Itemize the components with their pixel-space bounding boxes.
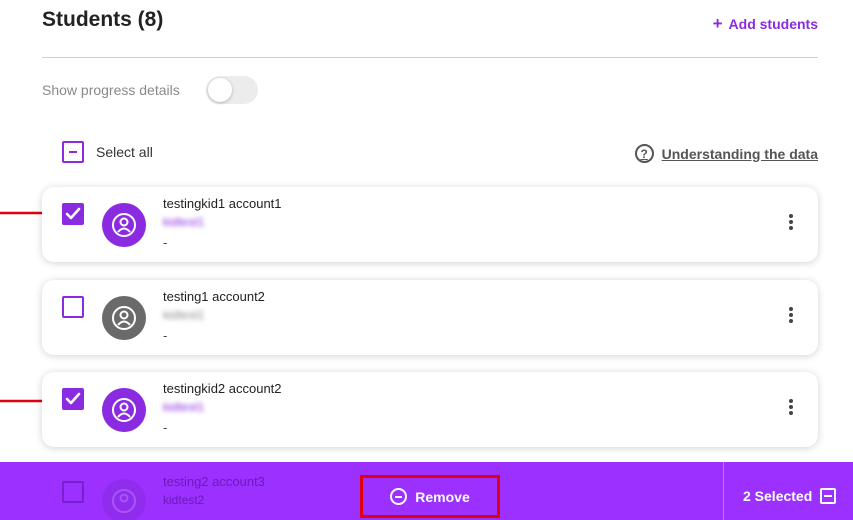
student-detail: - — [163, 328, 168, 343]
deselect-all-icon[interactable] — [820, 488, 837, 504]
user-icon — [112, 398, 136, 422]
remove-label: Remove — [415, 488, 470, 505]
student-username: kidtest2 — [163, 493, 205, 507]
students-header: Students (8) + Add students — [42, 6, 818, 58]
check-icon — [65, 392, 81, 405]
toggle-knob — [207, 78, 232, 102]
more-options-icon[interactable] — [786, 399, 796, 419]
select-all-label: Select all — [96, 144, 153, 160]
user-icon — [112, 306, 136, 330]
selected-count: 2 Selected — [743, 488, 837, 504]
student-checkbox[interactable] — [62, 203, 84, 225]
student-detail: - — [163, 235, 168, 250]
select-all[interactable]: Select all — [62, 141, 153, 163]
student-name: testingkid2 account2 — [163, 381, 282, 396]
help-icon: ? — [634, 144, 654, 163]
understanding-data-link[interactable]: ? Understanding the data — [634, 144, 818, 163]
remove-circle-icon — [390, 488, 408, 505]
student-card[interactable]: testingkid2 account2 kidtest1 - — [42, 372, 818, 447]
avatar — [102, 203, 146, 247]
student-name: testing2 account3 — [163, 474, 265, 489]
avatar — [102, 388, 146, 432]
student-username: kidtest1 — [163, 400, 205, 414]
select-all-checkbox[interactable] — [62, 141, 84, 163]
student-checkbox[interactable] — [62, 296, 84, 318]
student-name: testingkid1 account1 — [163, 196, 282, 211]
student-card-partial: testing2 account3 kidtest2 — [42, 473, 642, 520]
student-checkbox[interactable] — [62, 481, 84, 503]
student-card[interactable]: testingkid1 account1 kidtest1 - — [42, 187, 818, 262]
check-icon — [65, 207, 81, 220]
page-title: Students (8) — [42, 8, 164, 31]
progress-details-toggle[interactable] — [205, 76, 258, 104]
user-icon — [112, 489, 136, 513]
add-students-button[interactable]: + Add students — [712, 14, 818, 33]
user-icon — [112, 213, 136, 237]
student-checkbox[interactable] — [62, 388, 84, 410]
bar-divider — [723, 462, 724, 520]
remove-button[interactable]: Remove — [360, 475, 500, 518]
progress-details-row: Show progress details — [42, 76, 258, 104]
add-students-label: Add students — [728, 16, 818, 32]
student-username: kidtest1 — [163, 215, 205, 229]
more-options-icon[interactable] — [786, 214, 796, 234]
student-detail: - — [163, 420, 168, 435]
plus-icon: + — [712, 14, 723, 33]
avatar — [102, 296, 146, 340]
student-username: kidtest1 — [163, 308, 205, 322]
student-name: testing1 account2 — [163, 289, 265, 304]
avatar — [102, 479, 146, 520]
progress-details-label: Show progress details — [42, 82, 180, 98]
more-options-icon[interactable] — [786, 307, 796, 327]
selected-count-label: 2 Selected — [743, 488, 813, 504]
understanding-data-label: Understanding the data — [661, 145, 818, 162]
students-page: Students (8) + Add students Show progres… — [0, 0, 853, 520]
partial-dash-icon — [69, 151, 77, 153]
student-card[interactable]: testing1 account2 kidtest1 - — [42, 280, 818, 355]
